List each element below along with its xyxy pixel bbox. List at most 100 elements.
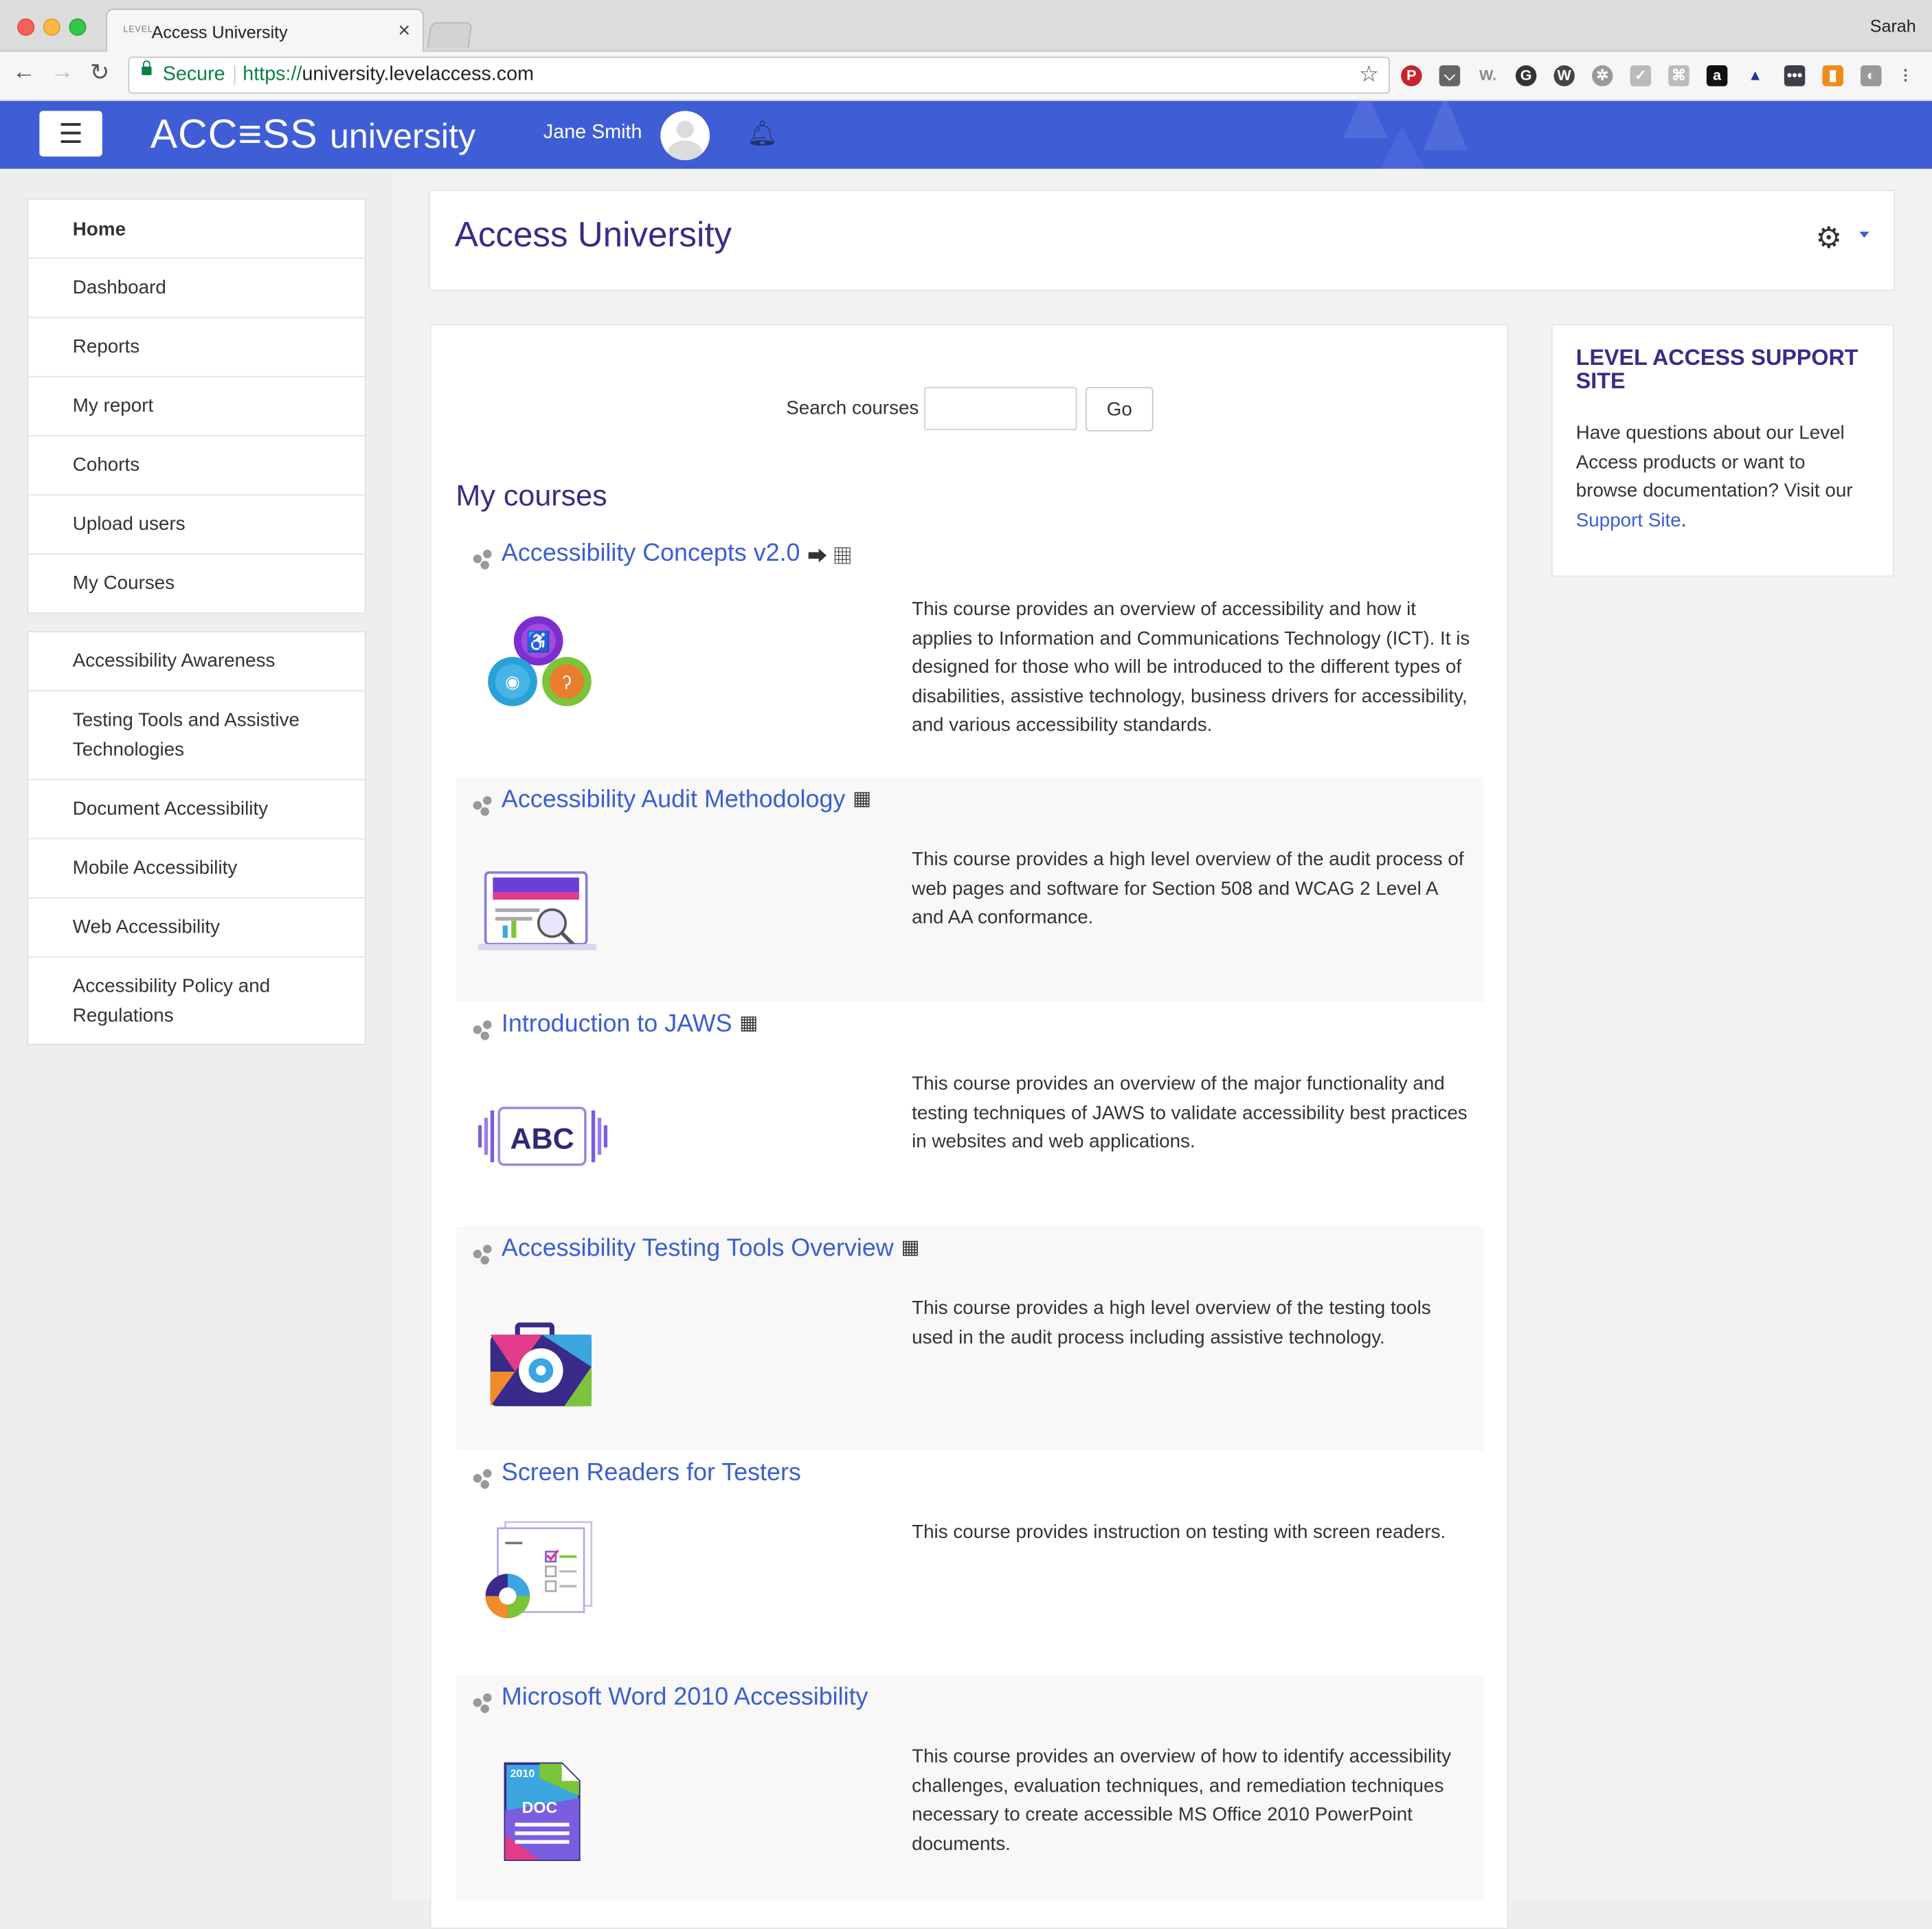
course-description: This course provides a high level overvi… [912, 1297, 1431, 1348]
support-site-text: Have questions about our Level Access pr… [1576, 419, 1872, 535]
menu-toggle-button[interactable]: ☰ [39, 111, 102, 157]
tab-title: Access University [151, 22, 288, 42]
sidebar-item-accessibility-awareness[interactable]: Accessibility Awareness [28, 632, 365, 692]
puzzle-extension-icon[interactable]: ⌘ [1668, 65, 1689, 87]
forward-arrow-icon[interactable]: → [51, 59, 74, 86]
calendar-icon[interactable]: ▦ [901, 1235, 919, 1260]
course-title-link[interactable]: Microsoft Word 2010 Accessibility [502, 1684, 868, 1712]
course-item: Accessibility Testing Tools Overview ▦ Th… [456, 1226, 1484, 1451]
w-extension-icon[interactable]: W. [1477, 65, 1498, 86]
main-content: Access University ⚙ Search courses Go My… [392, 168, 1932, 1929]
jaws-image: ABC [478, 1106, 608, 1166]
back-arrow-icon[interactable]: ← [12, 59, 36, 86]
tab-close-icon[interactable]: × [398, 19, 410, 43]
course-description: This course provides an overview of the … [912, 1073, 1468, 1152]
sidebar-item-my-report[interactable]: My report [28, 377, 365, 436]
search-go-button[interactable]: Go [1085, 387, 1154, 432]
course-description: This course provides instruction on test… [912, 1521, 1446, 1543]
course-title-link[interactable]: Introduction to JAWS ▦ [502, 1011, 758, 1039]
course-title: Microsoft Word 2010 Accessibility [501, 1683, 868, 1711]
support-site-block: LEVEL ACCESS SUPPORT SITE Have questions… [1551, 324, 1894, 577]
course-title-link[interactable]: Screen Readers for Testers [502, 1459, 801, 1487]
sidebar-item-cohorts[interactable]: Cohorts [28, 436, 365, 495]
search-courses-label: Search courses [786, 398, 919, 419]
wordpress-extension-icon[interactable]: W [1553, 65, 1575, 87]
more-menu-icon[interactable]: ⋮ [1895, 65, 1916, 86]
course-title: Accessibility Concepts v2.0 [501, 539, 800, 567]
support-site-link[interactable]: Support Site [1576, 510, 1681, 531]
browser-tab[interactable]: LEVEL Access University × [106, 8, 424, 54]
course-description: This course provides an overview of how … [912, 1746, 1451, 1855]
course-title: Introduction to JAWS [501, 1010, 732, 1038]
course-title-link[interactable]: Accessibility Testing Tools Overview ▦ [502, 1235, 920, 1263]
accessibility-concepts-image: ♿ ◉ ʔ [488, 616, 592, 706]
course-bullet-icon [473, 1245, 493, 1265]
badge-extension-icon[interactable]: a [1706, 65, 1728, 87]
user-name[interactable]: Jane Smith [543, 122, 642, 144]
lock-icon [142, 60, 152, 76]
course-description: This course provides a high level overvi… [912, 849, 1464, 928]
browser-profile-name[interactable]: Sarah [1870, 16, 1916, 36]
minimize-window-icon[interactable] [43, 18, 60, 36]
sidebar-item-home[interactable]: Home [28, 200, 365, 259]
jaws-image-text: ABC [510, 1122, 574, 1155]
word-image-year: 2010 [510, 1768, 535, 1780]
word-image-label: DOC [522, 1798, 558, 1816]
axe-extension-icon[interactable]: ▲ [1744, 65, 1765, 86]
address-divider [234, 65, 236, 85]
calendar-icon[interactable]: ▦ [853, 786, 871, 811]
sidebar-courses: Accessibility Awareness Testing Tools an… [27, 631, 366, 1045]
bookmark-star-icon[interactable]: ☆ [1359, 62, 1379, 88]
site-logo[interactable]: ACC≡SS university [150, 111, 475, 157]
pocket-extension-icon[interactable]: ⌵ [1439, 65, 1461, 87]
sidebar-item-my-courses[interactable]: My Courses [28, 555, 365, 612]
sidebar-item-reports[interactable]: Reports [28, 318, 365, 377]
course-title: Accessibility Audit Methodology [501, 786, 846, 814]
course-item: Introduction to JAWS ▦ ABC This course pr… [456, 1002, 1484, 1226]
shield-extension-icon[interactable]: ◐ [1861, 65, 1882, 87]
check-extension-icon[interactable]: ✓ [1630, 65, 1652, 87]
sidebar-item-policy-regulations[interactable]: Accessibility Policy and Regulations [28, 957, 365, 1044]
reload-icon[interactable]: ↻ [90, 59, 110, 87]
search-courses-input[interactable] [924, 387, 1077, 430]
support-site-description: Have questions about our Level Access pr… [1575, 423, 1853, 502]
gear-icon[interactable]: ⚙ [1816, 221, 1843, 256]
secure-label: Secure [162, 64, 225, 85]
sidebar-item-upload-users[interactable]: Upload users [28, 495, 365, 555]
course-title: Screen Readers for Testers [501, 1459, 801, 1486]
screen-readers-image [485, 1521, 593, 1618]
notification-bell-icon[interactable]: 🔔︎ [747, 118, 778, 149]
courses-panel: Search courses Go My courses Accessibili… [429, 324, 1509, 1929]
sidebar-item-testing-tools[interactable]: Testing Tools and Assistive Technologies [28, 691, 365, 781]
avatar-body [668, 140, 703, 161]
url-text[interactable]: https://university.levelaccess.com [243, 64, 534, 86]
svg-text:♿: ♿ [526, 629, 551, 653]
screen: LEVEL Access University × Sarah ← → ↻ Se… [0, 0, 1932, 1929]
course-bullet-icon [473, 1020, 493, 1040]
password-extension-icon[interactable]: ••• [1784, 65, 1806, 87]
sidebar-item-mobile-accessibility[interactable]: Mobile Accessibility [28, 839, 365, 899]
new-tab-button[interactable] [427, 22, 473, 48]
sidebar-item-web-accessibility[interactable]: Web Accessibility [28, 898, 365, 958]
g-extension-icon[interactable]: G [1515, 65, 1537, 87]
address-bar[interactable]: Secure https://university.levelaccess.co… [128, 56, 1390, 94]
analytics-extension-icon[interactable]: ▮ [1822, 65, 1843, 87]
enrol-calendar-icons[interactable]: ⮕ ▦ [807, 540, 852, 570]
browser-toolbar: ← → ↻ Secure https://university.levelacc… [0, 52, 1932, 102]
course-title-link[interactable]: Accessibility Audit Methodology ▦ [502, 786, 871, 814]
word-2010-image: 2010 DOC [504, 1762, 581, 1862]
sidebar-item-dashboard[interactable]: Dashboard [28, 259, 365, 318]
course-description: This course provides an overview of acce… [912, 599, 1470, 736]
settings-extension-icon[interactable]: ✲ [1592, 65, 1613, 87]
pinterest-extension-icon[interactable]: P [1401, 65, 1422, 87]
header-decoration [1423, 101, 1468, 150]
course-title-link[interactable]: Accessibility Concepts v2.0 ⮕ ▦ [502, 540, 853, 570]
zoom-window-icon[interactable] [69, 18, 87, 36]
close-window-icon[interactable] [17, 18, 35, 36]
support-site-period: . [1681, 509, 1687, 531]
course-title: Accessibility Testing Tools Overview [501, 1234, 894, 1262]
sidebar-item-document-accessibility[interactable]: Document Accessibility [28, 780, 365, 840]
calendar-icon[interactable]: ▦ [739, 1011, 758, 1036]
chevron-down-icon[interactable] [1859, 232, 1869, 238]
avatar[interactable] [660, 111, 710, 161]
